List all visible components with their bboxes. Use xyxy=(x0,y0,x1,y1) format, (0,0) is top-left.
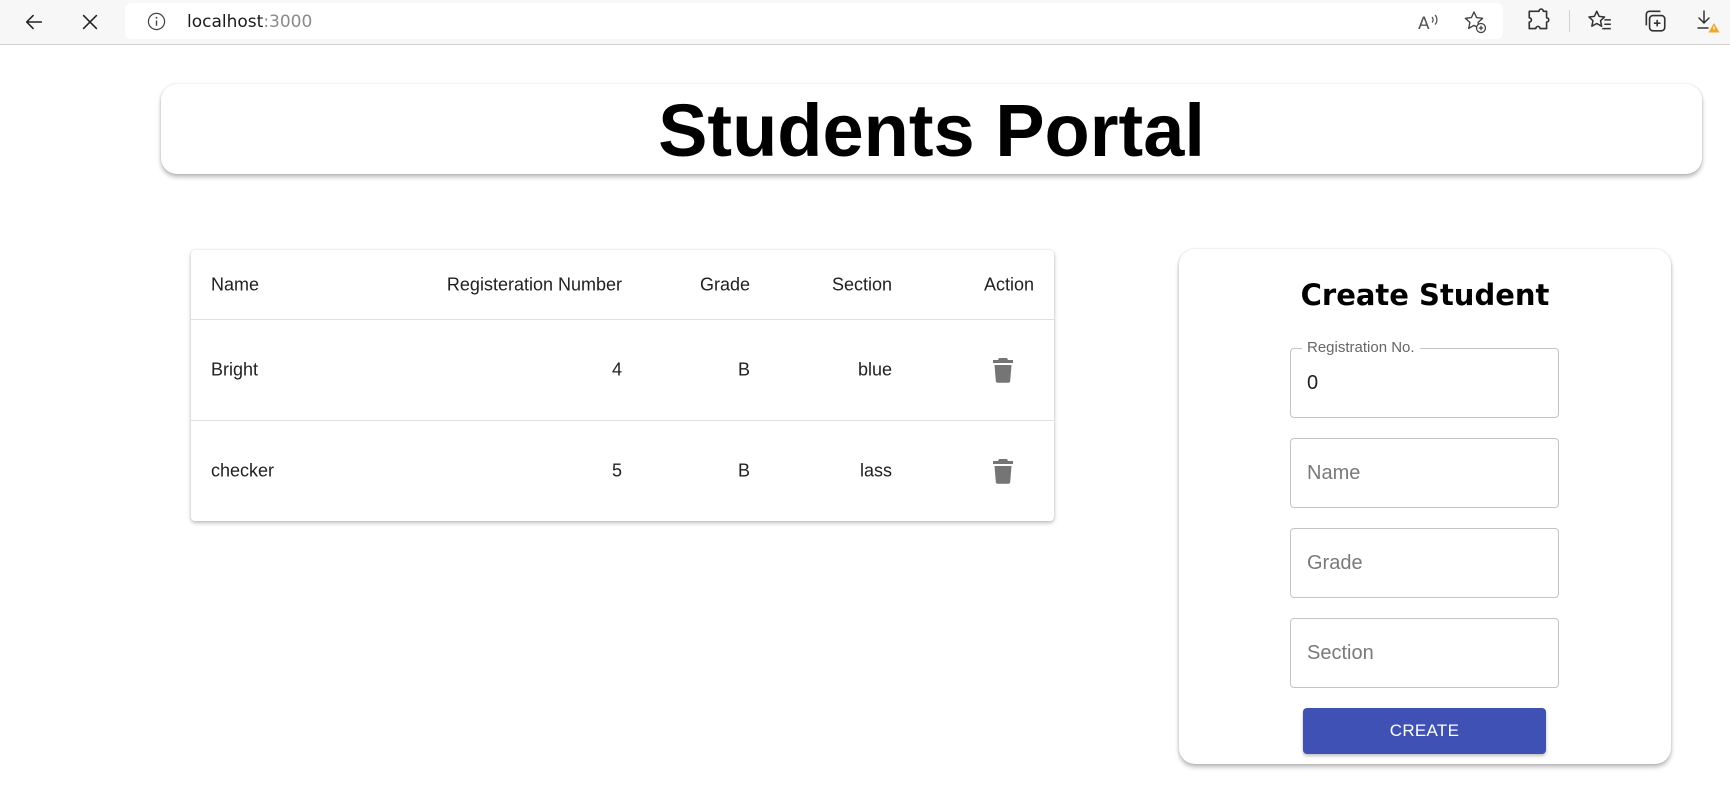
collections-icon[interactable] xyxy=(1642,8,1668,34)
page-title: Students Portal xyxy=(658,89,1205,172)
delete-button[interactable] xyxy=(990,356,1016,384)
table-row: Bright 4 B blue xyxy=(191,320,1054,421)
cell-section: lass xyxy=(859,460,892,481)
close-icon[interactable] xyxy=(74,6,106,38)
registration-field: Registration No. xyxy=(1290,340,1559,418)
info-icon[interactable] xyxy=(147,12,166,31)
header-card: Students Portal xyxy=(161,84,1702,174)
form-title: Create Student xyxy=(1300,278,1550,312)
cell-section: blue xyxy=(857,359,892,380)
trash-icon xyxy=(993,358,1013,383)
section-input[interactable] xyxy=(1291,619,1558,687)
add-favorite-icon[interactable] xyxy=(1463,10,1487,34)
section-field xyxy=(1290,618,1559,688)
address-bar[interactable]: localhost:3000 A xyxy=(125,3,1503,39)
grade-field xyxy=(1290,528,1559,598)
create-button[interactable]: CREATE xyxy=(1303,708,1546,754)
name-input[interactable] xyxy=(1291,439,1558,507)
toolbar-divider xyxy=(1569,10,1570,32)
registration-input[interactable] xyxy=(1291,349,1558,417)
extensions-icon[interactable] xyxy=(1526,8,1552,34)
students-table: Name Registeration Number Grade Section … xyxy=(191,250,1054,521)
name-field xyxy=(1290,438,1559,508)
trash-icon xyxy=(993,459,1013,484)
create-student-form: Create Student Registration No. CREATE xyxy=(1179,249,1671,764)
table-header-row: Name Registeration Number Grade Section … xyxy=(191,250,1054,320)
url-host: localhost xyxy=(187,12,264,32)
download-warning-icon[interactable] xyxy=(1695,8,1721,34)
registration-label: Registration No. xyxy=(1302,340,1420,356)
url-port: :3000 xyxy=(263,12,313,32)
favorites-icon[interactable] xyxy=(1587,8,1613,34)
browser-toolbar: localhost:3000 A xyxy=(0,0,1730,45)
url-text[interactable]: localhost:3000 xyxy=(187,12,312,32)
back-arrow-icon[interactable] xyxy=(18,6,50,38)
column-header-action: Action xyxy=(983,274,1034,294)
read-aloud-icon[interactable]: A xyxy=(1417,10,1441,34)
svg-text:A: A xyxy=(1418,14,1430,34)
grade-input[interactable] xyxy=(1291,529,1558,597)
table-row: checker 5 B lass xyxy=(191,421,1054,521)
delete-button[interactable] xyxy=(990,457,1016,485)
